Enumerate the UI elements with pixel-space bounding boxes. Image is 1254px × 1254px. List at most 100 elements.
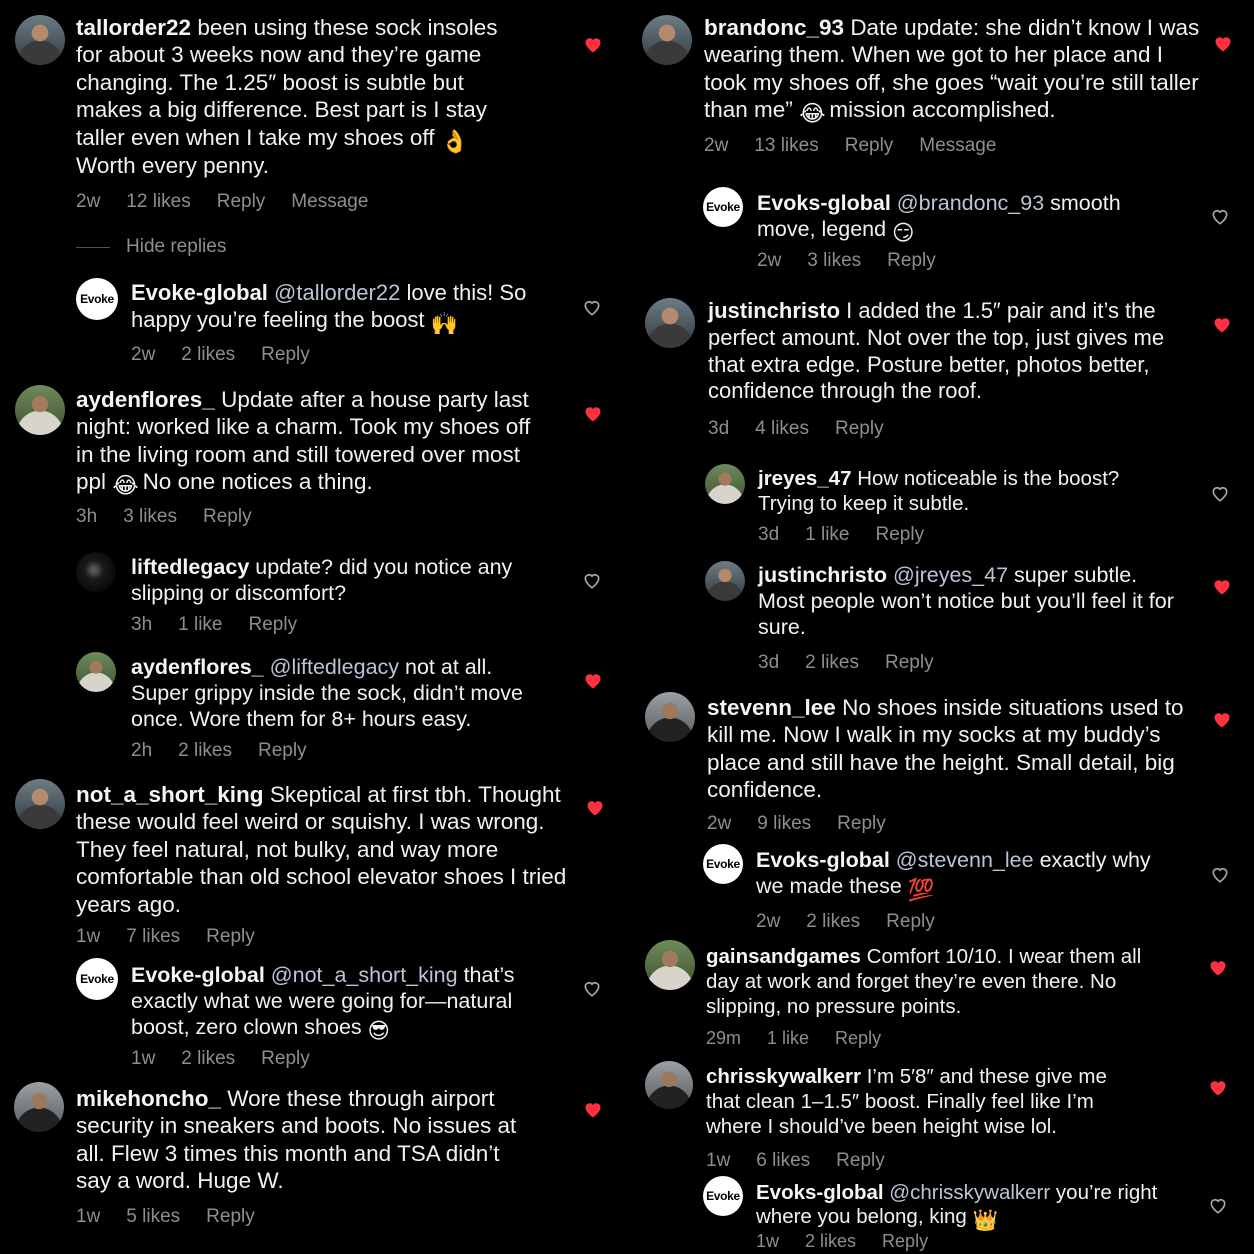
- avatar[interactable]: [14, 1082, 64, 1132]
- likes-count[interactable]: 5 likes: [126, 1206, 180, 1228]
- reply-button[interactable]: Reply: [249, 614, 298, 636]
- avatar[interactable]: [15, 15, 65, 65]
- heart-outline-icon[interactable]: [1210, 484, 1230, 504]
- avatar[interactable]: [705, 464, 745, 504]
- brand-avatar[interactable]: Evoke: [703, 1176, 743, 1216]
- mention[interactable]: @liftedlegacy: [270, 655, 399, 679]
- mention[interactable]: @jreyes_47: [893, 563, 1008, 587]
- avatar[interactable]: [76, 552, 116, 592]
- reply-button[interactable]: Reply: [206, 926, 255, 948]
- heart-icon[interactable]: [1212, 710, 1232, 730]
- likes-count[interactable]: 2 likes: [805, 1231, 856, 1252]
- heart-icon[interactable]: [1212, 577, 1232, 597]
- brand-avatar[interactable]: Evoke: [703, 187, 743, 227]
- username[interactable]: justinchristo: [758, 563, 887, 587]
- mention[interactable]: @chrisskywalkerr: [889, 1181, 1050, 1204]
- username[interactable]: justinchristo: [708, 298, 840, 323]
- hide-replies-button[interactable]: Hide replies: [76, 236, 226, 258]
- likes-count[interactable]: 2 likes: [181, 344, 235, 366]
- username[interactable]: aydenflores_: [131, 655, 264, 679]
- heart-icon[interactable]: [583, 671, 603, 691]
- reply-button[interactable]: Reply: [837, 813, 886, 835]
- username[interactable]: Evoke-global: [131, 963, 265, 987]
- likes-count[interactable]: 4 likes: [755, 418, 809, 440]
- avatar[interactable]: [15, 779, 65, 829]
- mention[interactable]: @tallorder22: [274, 280, 400, 305]
- avatar[interactable]: [645, 298, 695, 348]
- message-button[interactable]: Message: [919, 135, 996, 157]
- username[interactable]: chrisskywalkerr: [706, 1065, 861, 1088]
- likes-count[interactable]: 2 likes: [181, 1048, 235, 1070]
- reply-button[interactable]: Reply: [886, 911, 935, 933]
- heart-icon[interactable]: [1208, 958, 1228, 978]
- heart-outline-icon[interactable]: [1210, 865, 1230, 885]
- brand-avatar[interactable]: Evoke: [76, 278, 118, 320]
- heart-outline-icon[interactable]: [582, 979, 602, 999]
- likes-count[interactable]: 1 like: [178, 614, 222, 636]
- avatar[interactable]: [76, 652, 116, 692]
- heart-outline-icon[interactable]: [1210, 207, 1230, 227]
- reply-button[interactable]: Reply: [835, 418, 884, 440]
- mention[interactable]: @brandonc_93: [897, 191, 1044, 215]
- brand-avatar[interactable]: Evoke: [76, 958, 118, 1000]
- likes-count[interactable]: 1 like: [767, 1028, 809, 1049]
- likes-count[interactable]: 12 likes: [126, 191, 190, 213]
- likes-count[interactable]: 2 likes: [805, 652, 859, 674]
- reply-button[interactable]: Reply: [845, 135, 894, 157]
- heart-icon[interactable]: [585, 798, 605, 818]
- heart-icon[interactable]: [583, 35, 603, 55]
- avatar[interactable]: [645, 692, 695, 742]
- reply-button[interactable]: Reply: [882, 1231, 928, 1252]
- likes-count[interactable]: 13 likes: [754, 135, 818, 157]
- username[interactable]: Evoke-global: [131, 280, 268, 305]
- likes-count[interactable]: 2 likes: [806, 911, 860, 933]
- heart-icon[interactable]: [583, 1100, 603, 1120]
- reply-button[interactable]: Reply: [261, 1048, 310, 1070]
- heart-icon[interactable]: [1208, 1078, 1228, 1098]
- heart-outline-icon[interactable]: [582, 571, 602, 591]
- avatar[interactable]: [705, 561, 745, 601]
- reply-button[interactable]: Reply: [885, 652, 934, 674]
- username[interactable]: stevenn_lee: [707, 695, 836, 720]
- avatar[interactable]: [15, 385, 65, 435]
- username[interactable]: brandonc_93: [704, 15, 844, 40]
- heart-icon[interactable]: [1212, 315, 1232, 335]
- username[interactable]: not_a_short_king: [76, 782, 264, 807]
- username[interactable]: aydenflores_: [76, 387, 215, 412]
- heart-outline-icon[interactable]: [1208, 1196, 1228, 1216]
- username[interactable]: Evoks-global: [757, 191, 891, 215]
- username[interactable]: gainsandgames: [706, 945, 861, 968]
- avatar[interactable]: [645, 1061, 693, 1109]
- username[interactable]: liftedlegacy: [131, 555, 249, 579]
- username[interactable]: Evoks-global: [756, 848, 890, 872]
- reply-button[interactable]: Reply: [261, 344, 310, 366]
- likes-count[interactable]: 6 likes: [756, 1150, 810, 1172]
- avatar[interactable]: [645, 940, 695, 990]
- brand-avatar[interactable]: Evoke: [703, 844, 743, 884]
- heart-outline-icon[interactable]: [582, 298, 602, 318]
- heart-icon[interactable]: [583, 404, 603, 424]
- reply-button[interactable]: Reply: [258, 740, 307, 762]
- likes-count[interactable]: 2 likes: [178, 740, 232, 762]
- username[interactable]: mikehoncho_: [76, 1086, 221, 1111]
- reply-button[interactable]: Reply: [217, 191, 266, 213]
- reply-button[interactable]: Reply: [206, 1206, 255, 1228]
- username[interactable]: Evoks-global: [756, 1181, 884, 1204]
- reply-button[interactable]: Reply: [876, 524, 925, 546]
- likes-count[interactable]: 9 likes: [757, 813, 811, 835]
- reply-button[interactable]: Reply: [836, 1150, 885, 1172]
- reply-button[interactable]: Reply: [835, 1028, 881, 1049]
- avatar[interactable]: [642, 15, 692, 65]
- username[interactable]: tallorder22: [76, 15, 191, 40]
- reply-button[interactable]: Reply: [887, 250, 936, 272]
- message-button[interactable]: Message: [291, 191, 368, 213]
- likes-count[interactable]: 3 likes: [807, 250, 861, 272]
- likes-count[interactable]: 1 like: [805, 524, 849, 546]
- likes-count[interactable]: 3 likes: [123, 506, 177, 528]
- username[interactable]: jreyes_47: [758, 467, 851, 490]
- mention[interactable]: @stevenn_lee: [896, 848, 1034, 872]
- reply-button[interactable]: Reply: [203, 506, 252, 528]
- mention[interactable]: @not_a_short_king: [271, 963, 458, 987]
- likes-count[interactable]: 7 likes: [126, 926, 180, 948]
- heart-icon[interactable]: [1213, 34, 1233, 54]
